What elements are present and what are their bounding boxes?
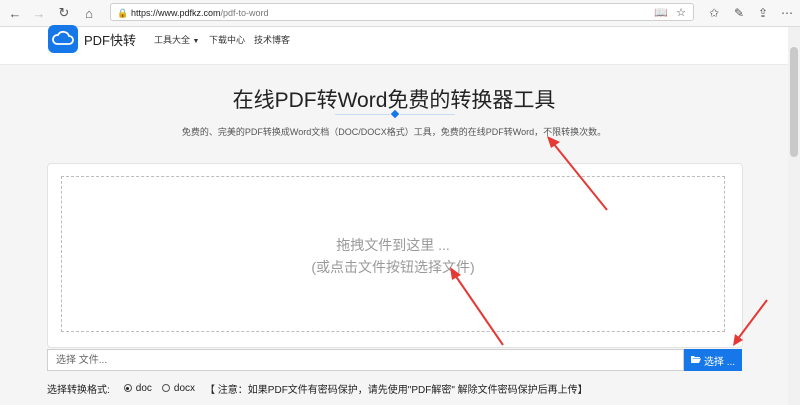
drop-zone[interactable]: 拖拽文件到这里 ... (或点击文件按钮选择文件) bbox=[61, 176, 725, 332]
format-row: 选择转换格式: doc docx 【 注意：如果PDF文件有密码保护，请先使用"… bbox=[47, 380, 588, 396]
caret-down-icon: ▼ bbox=[192, 38, 200, 45]
lock-icon: 🔒 bbox=[117, 8, 129, 18]
format-label: 选择转换格式: bbox=[47, 384, 110, 396]
share-icon[interactable]: ⇪ bbox=[754, 4, 772, 22]
drop-hint-secondary: (或点击文件按钮选择文件) bbox=[311, 259, 475, 275]
radio-docx[interactable] bbox=[161, 384, 170, 392]
format-option-docx-label: docx bbox=[173, 382, 196, 394]
page-scrollbar[interactable] bbox=[788, 27, 800, 405]
favorites-list-icon[interactable]: ✩ bbox=[705, 4, 723, 22]
refresh-icon[interactable]: ↻ bbox=[55, 4, 73, 22]
browser-toolbar: ← → ↻ ⌂ 🔒 https://www.pdfkz.com/pdf-to-w… bbox=[0, 0, 800, 27]
choose-file-button[interactable]: 选择 ... bbox=[684, 349, 742, 371]
scrollbar-thumb[interactable] bbox=[790, 47, 798, 157]
format-option-doc[interactable]: doc bbox=[123, 382, 152, 394]
password-notice: 【 注意：如果PDF文件有密码保护，请先使用"PDF解密" 解除文件密码保护后再… bbox=[205, 384, 588, 396]
back-icon[interactable]: ← bbox=[6, 4, 24, 22]
more-icon[interactable]: ⋯ bbox=[778, 4, 796, 22]
folder-open-icon bbox=[690, 355, 701, 366]
format-option-doc-label: doc bbox=[135, 382, 152, 394]
format-option-docx[interactable]: docx bbox=[161, 382, 196, 394]
radio-doc[interactable] bbox=[123, 384, 132, 392]
menu-downloads[interactable]: 下载中心 bbox=[209, 33, 245, 46]
address-bar[interactable]: 🔒 https://www.pdfkz.com/pdf-to-word bbox=[110, 3, 694, 21]
forward-icon[interactable]: → bbox=[30, 4, 48, 22]
url-path: /pdf-to-word bbox=[220, 8, 269, 18]
pen-icon[interactable]: ✎ bbox=[730, 4, 748, 22]
url-host: https://www.pdfkz.com bbox=[131, 8, 221, 18]
page-subtitle: 免费的、完美的PDF转换成Word文档（DOC/DOCX格式）工具，免费的在线P… bbox=[181, 127, 607, 137]
logo-text[interactable]: PDF快转 bbox=[84, 30, 136, 49]
drop-hint: 拖拽文件到这里 ... bbox=[336, 237, 450, 253]
favorite-star-icon[interactable]: ☆ bbox=[672, 3, 690, 21]
title-divider-left bbox=[335, 114, 390, 115]
menu-blog[interactable]: 技术博客 bbox=[254, 33, 290, 46]
file-path-input[interactable] bbox=[47, 349, 684, 371]
home-icon[interactable]: ⌂ bbox=[80, 4, 98, 22]
menu-tools-label: 工具大全 bbox=[154, 35, 191, 45]
logo-cloud-icon[interactable] bbox=[48, 25, 78, 53]
choose-file-label: 选择 ... bbox=[703, 356, 736, 368]
title-divider-right bbox=[400, 114, 455, 115]
menu-tools[interactable]: 工具大全 ▼ bbox=[154, 33, 199, 46]
reading-view-icon[interactable]: 📖 bbox=[652, 3, 670, 21]
